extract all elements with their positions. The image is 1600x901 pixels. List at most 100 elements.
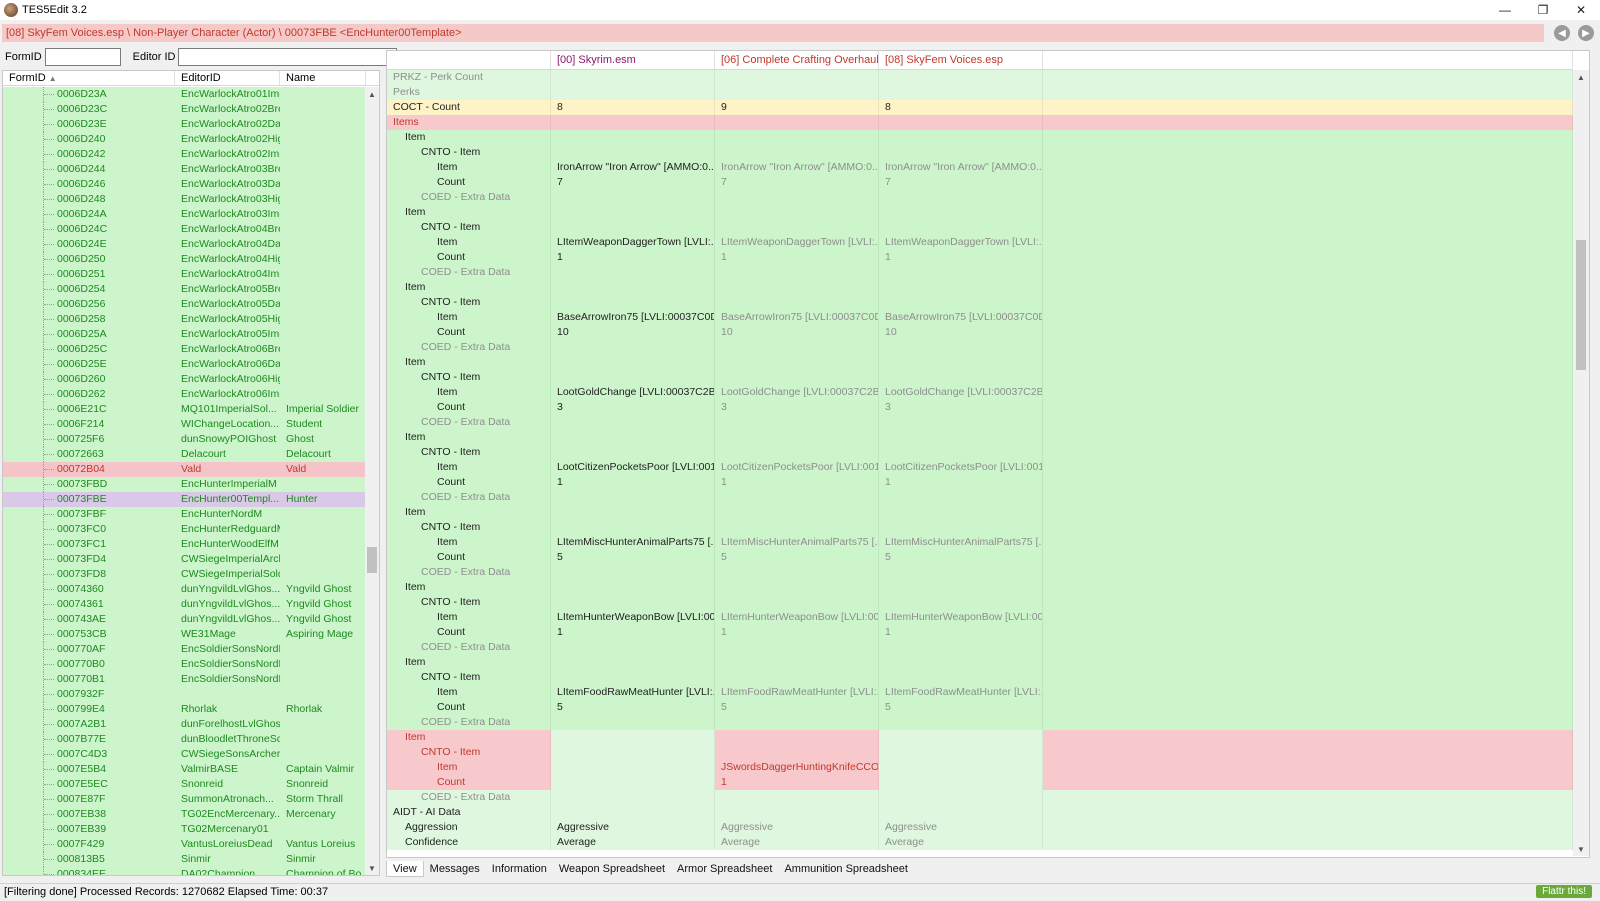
- field-value[interactable]: Aggressive: [715, 820, 879, 835]
- field-value[interactable]: [879, 370, 1043, 385]
- record-row[interactable]: 0007B77E dunBloodletThroneSceneVampire: [3, 732, 366, 747]
- field-value[interactable]: LItemFoodRawMeatHunter [LVLI:...: [551, 685, 715, 700]
- field-value[interactable]: [879, 730, 1043, 745]
- record-field-row[interactable]: Item JSwordsDaggerHuntingKnifeCCO...: [387, 760, 1573, 775]
- field-value[interactable]: LItemHunterWeaponBow [LVLI:00...: [551, 610, 715, 625]
- record-row[interactable]: 00073FD4 CWSiegeImperialArcherHold: [3, 552, 366, 567]
- field-value[interactable]: 1: [715, 475, 879, 490]
- scrollbar-thumb[interactable]: [367, 547, 377, 573]
- record-field-row[interactable]: Item: [387, 130, 1573, 145]
- field-value[interactable]: Average: [551, 835, 715, 850]
- field-value[interactable]: [879, 265, 1043, 280]
- record-field-row[interactable]: Item LootCitizenPocketsPoor [LVLI:001... L…: [387, 460, 1573, 475]
- record-field-row[interactable]: CNTO - Item: [387, 445, 1573, 460]
- field-value[interactable]: [551, 205, 715, 220]
- field-value[interactable]: [715, 445, 879, 460]
- field-value[interactable]: [551, 145, 715, 160]
- field-value[interactable]: [879, 220, 1043, 235]
- field-value[interactable]: LItemWeaponDaggerTown [LVLI:...: [551, 235, 715, 250]
- field-value[interactable]: [879, 130, 1043, 145]
- record-row[interactable]: 0006D244 EncWarlockAtro03BretonM: [3, 162, 366, 177]
- record-field-row[interactable]: CNTO - Item: [387, 220, 1573, 235]
- column-editorid[interactable]: EditorID: [175, 71, 280, 85]
- record-row[interactable]: 00074360 dunYngvildLvlGhos... Yngvild Ghos…: [3, 582, 366, 597]
- field-value[interactable]: [715, 715, 879, 730]
- field-value[interactable]: [715, 145, 879, 160]
- record-field-row[interactable]: Item: [387, 730, 1573, 745]
- field-value[interactable]: [551, 790, 715, 805]
- field-value[interactable]: 8: [551, 100, 715, 115]
- record-row[interactable]: 0006D258 EncWarlockAtro05HighElfM: [3, 312, 366, 327]
- field-value[interactable]: LItemWeaponDaggerTown [LVLI:...: [879, 235, 1043, 250]
- field-value[interactable]: [879, 355, 1043, 370]
- record-row[interactable]: 000770B1 EncSoldierSonsNordM06MaleNord: [3, 672, 366, 687]
- record-row[interactable]: 0007E5EC Snonreid Snonreid: [3, 777, 366, 792]
- maximize-button[interactable]: ❐: [1524, 0, 1562, 20]
- record-field-row[interactable]: COED - Extra Data: [387, 340, 1573, 355]
- field-value[interactable]: [715, 805, 879, 820]
- field-value[interactable]: [879, 190, 1043, 205]
- field-value[interactable]: [715, 655, 879, 670]
- scroll-up-icon[interactable]: ▲: [365, 87, 379, 101]
- field-value[interactable]: [551, 670, 715, 685]
- record-row[interactable]: 0006D23E EncWarlockAtro02DarkElfM: [3, 117, 366, 132]
- field-value[interactable]: BaseArrowIron75 [LVLI:00037C0D]: [551, 310, 715, 325]
- record-row[interactable]: 0006D250 EncWarlockAtro04HighElfM: [3, 252, 366, 267]
- field-value[interactable]: [551, 220, 715, 235]
- field-value[interactable]: [551, 295, 715, 310]
- tab-weapon-spreadsheet[interactable]: Weapon Spreadsheet: [553, 861, 671, 877]
- record-field-row[interactable]: COED - Extra Data: [387, 565, 1573, 580]
- record-field-row[interactable]: COED - Extra Data: [387, 265, 1573, 280]
- field-value[interactable]: LootGoldChange [LVLI:00037C2B]: [551, 385, 715, 400]
- record-row[interactable]: 00072B04 Vald Vald: [3, 462, 366, 477]
- record-field-row[interactable]: Item LItemWeaponDaggerTown [LVLI:... LItem…: [387, 235, 1573, 250]
- tab-messages[interactable]: Messages: [424, 861, 486, 877]
- field-value[interactable]: JSwordsDaggerHuntingKnifeCCO...: [715, 760, 879, 775]
- record-row[interactable]: 0006D24E EncWarlockAtro04DarkElfM: [3, 237, 366, 252]
- record-row[interactable]: 0006D254 EncWarlockAtro05BretonM: [3, 282, 366, 297]
- field-value[interactable]: [879, 640, 1043, 655]
- field-value[interactable]: [879, 430, 1043, 445]
- field-value[interactable]: 1: [551, 250, 715, 265]
- field-value[interactable]: [879, 445, 1043, 460]
- field-value[interactable]: [551, 445, 715, 460]
- field-value[interactable]: 7: [715, 175, 879, 190]
- field-value[interactable]: [715, 265, 879, 280]
- record-field-row[interactable]: CNTO - Item: [387, 595, 1573, 610]
- record-field-row[interactable]: Items: [387, 115, 1573, 130]
- field-value[interactable]: [551, 280, 715, 295]
- record-field-row[interactable]: Item IronArrow "Iron Arrow" [AMMO:0... Iro…: [387, 160, 1573, 175]
- field-value[interactable]: [715, 505, 879, 520]
- record-field-row[interactable]: COED - Extra Data: [387, 415, 1573, 430]
- field-value[interactable]: [715, 790, 879, 805]
- record-row[interactable]: 0006D248 EncWarlockAtro03HighElfM: [3, 192, 366, 207]
- scrollbar-thumb[interactable]: [1576, 240, 1586, 370]
- field-value[interactable]: [551, 505, 715, 520]
- field-value[interactable]: [715, 130, 879, 145]
- column-skyfem[interactable]: [08] SkyFem Voices.esp: [879, 51, 1043, 69]
- field-value[interactable]: [879, 670, 1043, 685]
- record-field-row[interactable]: Aggression Aggressive Aggressive Aggressive: [387, 820, 1573, 835]
- field-value[interactable]: [551, 565, 715, 580]
- record-row[interactable]: 0006D246 EncWarlockAtro03DarkElfM: [3, 177, 366, 192]
- field-value[interactable]: [879, 70, 1043, 85]
- record-row[interactable]: 0006D240 EncWarlockAtro02HighElfM: [3, 132, 366, 147]
- record-list-scrollbar[interactable]: ▲ ▼: [365, 87, 379, 875]
- record-row[interactable]: 00072663 Delacourt Delacourt: [3, 447, 366, 462]
- minimize-button[interactable]: —: [1486, 0, 1524, 20]
- record-field-row[interactable]: Item LootGoldChange [LVLI:00037C2B] LootGo…: [387, 385, 1573, 400]
- field-value[interactable]: [551, 265, 715, 280]
- field-value[interactable]: [879, 145, 1043, 160]
- record-row[interactable]: 0006D256 EncWarlockAtro05DarkElfM: [3, 297, 366, 312]
- field-value[interactable]: 5: [879, 550, 1043, 565]
- field-value[interactable]: [715, 370, 879, 385]
- record-row[interactable]: 000799E4 Rhorlak Rhorlak: [3, 702, 366, 717]
- field-value[interactable]: [551, 130, 715, 145]
- field-value[interactable]: Average: [715, 835, 879, 850]
- record-field-row[interactable]: Item: [387, 355, 1573, 370]
- field-value[interactable]: [879, 520, 1043, 535]
- field-value[interactable]: [551, 730, 715, 745]
- field-value[interactable]: [551, 370, 715, 385]
- field-value[interactable]: [715, 520, 879, 535]
- record-field-row[interactable]: Item: [387, 580, 1573, 595]
